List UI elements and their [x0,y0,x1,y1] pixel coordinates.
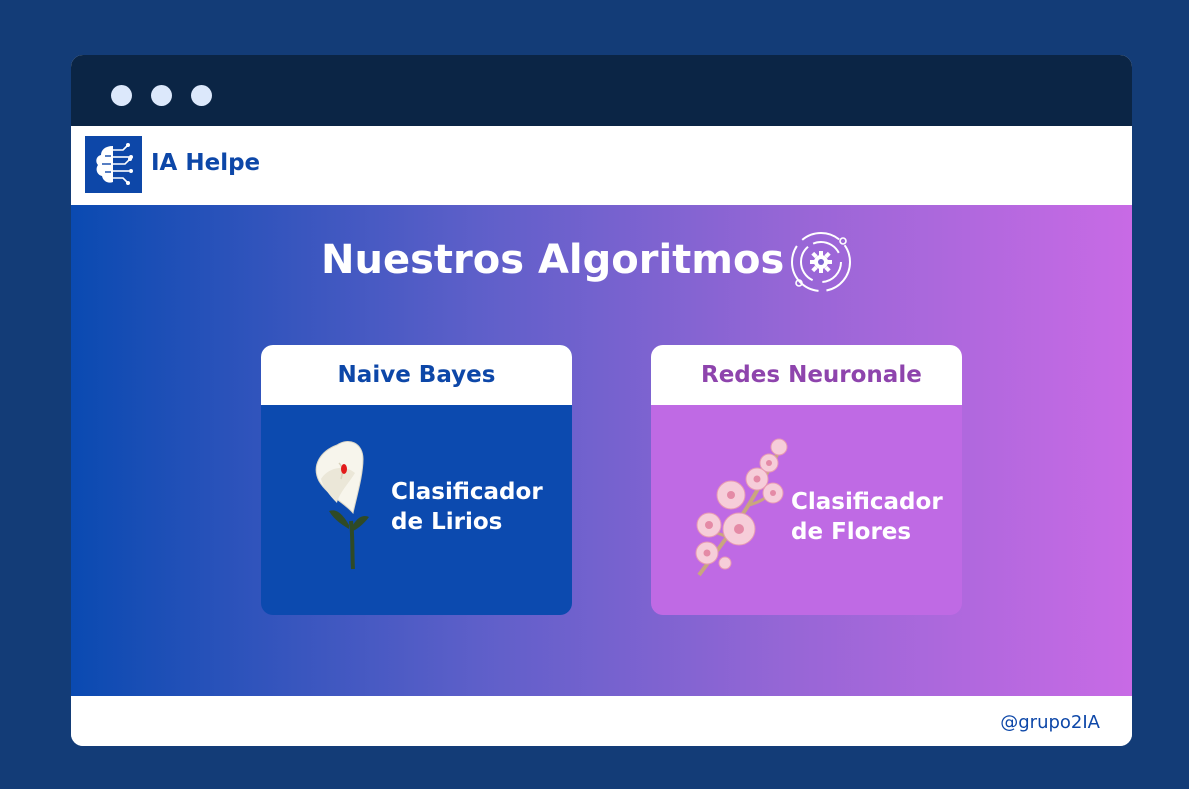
window-titlebar [71,55,1132,126]
card-title: Clasificador de Flores [791,487,943,547]
window-control-dot[interactable] [151,85,172,106]
site-header: IA Helper [71,126,1132,205]
gear-orbit-icon [791,232,851,292]
social-handle[interactable]: @grupo2IA [1000,712,1100,733]
window-control-dot[interactable] [111,85,132,106]
browser-window: IA Helper Nuestros Algoritmos Naive Baye… [71,55,1132,746]
window-control-dot[interactable] [191,85,212,106]
card-tab-label: Redes Neuronales [701,362,921,388]
card-header: Naive Bayes [261,345,572,405]
card-title: Clasificador de Lirios [391,477,543,537]
site-footer: @grupo2IA [71,696,1132,746]
card-title-line: Clasificador [791,489,943,515]
neural-networks-card[interactable]: Redes Neuronales Clasificador de Flores [651,345,962,615]
brand-name[interactable]: IA Helper [151,150,260,176]
card-title-line: Clasificador [391,479,543,505]
brain-circuit-icon[interactable] [85,136,142,193]
card-title-line: de Lirios [391,509,503,535]
calla-lily-icon [315,441,369,570]
naive-bayes-card[interactable]: Naive Bayes Clasificador de Lirios [261,345,572,615]
cherry-blossom-icon [695,438,788,577]
algorithms-section: Nuestros Algoritmos Naive Bayes Clasific… [71,205,1132,696]
card-title-line: de Flores [791,519,912,545]
card-tab-label: Naive Bayes [337,362,496,388]
card-header: Redes Neuronales [651,345,962,405]
page-title: Nuestros Algoritmos [321,237,785,283]
